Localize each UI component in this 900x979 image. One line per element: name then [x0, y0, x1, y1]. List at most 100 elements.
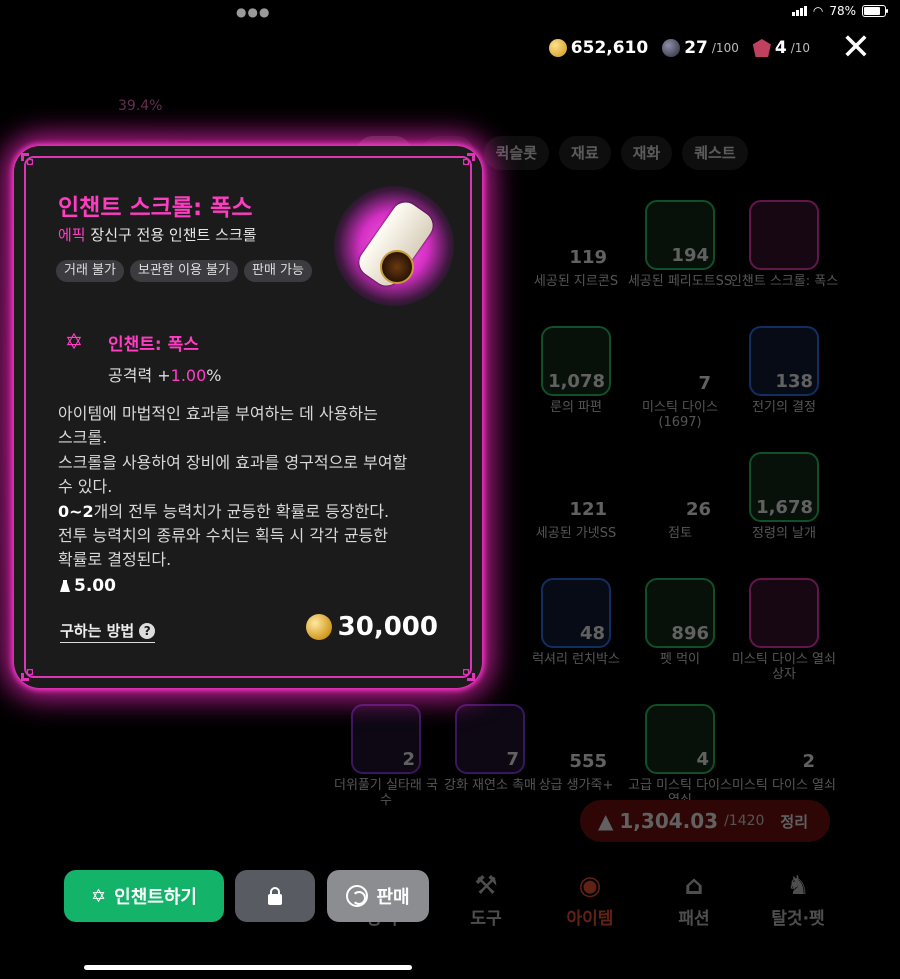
item-slot: 7 [455, 704, 525, 774]
item-slot: 138 [749, 326, 819, 396]
ticket-max: /10 [790, 41, 810, 55]
nav-tab[interactable]: ◉ 아이템 [538, 868, 642, 929]
sell-button[interactable]: 판매 [327, 870, 429, 922]
desc-line: 스크롤을 사용하여 장비에 효과를 영구적으로 부여할 [58, 452, 408, 472]
enchant-stat-unit: % [206, 366, 222, 385]
category-tab[interactable]: 재료 [559, 136, 611, 170]
corner-ornament-icon [18, 150, 44, 176]
item-count: 48 [579, 623, 605, 644]
sort-button[interactable]: 정리 [780, 811, 808, 832]
nav-tab[interactable]: ⚒ 도구 [434, 868, 538, 929]
item-name: 정령의 날개 [752, 526, 816, 541]
mask-icon [752, 39, 771, 57]
item-name: 미스틱 다이스 열쇠 [732, 778, 836, 793]
item-slot: 2 [749, 704, 819, 774]
item-price: 30,000 [305, 612, 438, 642]
item-name: 럭셔리 런치박스 [532, 652, 620, 667]
inventory-item[interactable]: 194 세공된 페리도트SS [624, 200, 736, 289]
enchant-button-label: 인챈트하기 [114, 887, 197, 908]
nav-tab-icon: ◉ [578, 871, 602, 901]
item-slot: 1,678 [749, 452, 819, 522]
item-slot: 7 [645, 326, 715, 396]
home-indicator[interactable] [84, 965, 412, 970]
inventory-item[interactable]: 2 미스틱 다이스 열쇠 [728, 704, 840, 793]
item-title: 인챈트 스크롤: 폭스 [58, 195, 253, 221]
item-type: 장신구 전용 인챈트 스크롤 [90, 226, 257, 244]
weight-icon [60, 580, 70, 592]
how-to-get-link[interactable]: 구하는 방법 ? [60, 620, 156, 643]
enchant-header: ✡ 인챈트: 폭스 [62, 330, 199, 355]
nav-tab-label: 도구 [470, 909, 502, 929]
ticket-amount: 4 [774, 38, 787, 58]
inventory-item[interactable]: 4고급 미스틱 다이스 열쇠 [624, 704, 736, 808]
weight-icon: ▲ [598, 809, 614, 833]
enchant-stat-label: 공격력 + [108, 366, 171, 385]
background-percent: 39.4% [118, 98, 163, 114]
category-tab[interactable]: 재화 [620, 136, 673, 170]
desc-line: 수 있다. [58, 477, 113, 497]
enchant-name: 인챈트: 폭스 [108, 335, 199, 355]
coin-icon [346, 885, 369, 907]
enchant-stat-value: 1.00 [170, 366, 207, 385]
item-slot: 555 [541, 704, 611, 774]
item-slot: 896 [645, 578, 715, 648]
corner-ornament-icon [452, 658, 478, 684]
inventory-item[interactable]: 7 미스틱 다이스(1697) [624, 326, 736, 430]
item-name: 세공된 지르콘S [533, 274, 619, 289]
inventory-item[interactable]: 1,678 정령의 날개 [728, 452, 840, 541]
inventory-item[interactable]: 119 세공된 지르콘S [520, 200, 632, 289]
item-count: 896 [671, 623, 709, 644]
item-tags: 거래 불가 보관함 이용 불가 판매 가능 [56, 260, 316, 282]
nav-tab[interactable]: ♞ 탈것·펫 [746, 868, 850, 929]
item-count: 7 [506, 749, 519, 770]
inventory-item[interactable]: 48 럭셔리 런치박스 [520, 578, 632, 667]
orb-max: /100 [711, 41, 739, 55]
gold-coin-icon [305, 614, 332, 640]
item-count: 7 [698, 373, 711, 394]
orb-amount: 27 [684, 38, 708, 58]
enchant-stat: 공격력 +1.00% [108, 362, 221, 386]
item-rarity: 에픽 [58, 226, 86, 244]
item-slot: 4 [645, 704, 715, 774]
currency-bar: 652,610 27/100 4/10 [548, 38, 810, 58]
inventory-item[interactable]: 26 점토 [624, 452, 736, 541]
item-slot: 119 [541, 200, 611, 270]
corner-ornament-icon [452, 150, 478, 176]
inventory-item[interactable]: 인챈트 스크롤: 폭스 [728, 200, 840, 289]
gold-amount: 652,610 [570, 38, 649, 58]
close-button[interactable]: ✕ [836, 28, 876, 68]
enchant-button[interactable]: ✡ 인챈트하기 [64, 870, 224, 922]
item-slot: 194 [645, 200, 715, 270]
item-count: 121 [569, 499, 607, 520]
item-count: 555 [569, 751, 607, 772]
nav-tab-icon: ⌂ [684, 871, 704, 901]
inventory-item[interactable]: 2 더위풀기 실타래 국수 [330, 704, 442, 808]
item-count: 4 [696, 749, 709, 770]
gold-coin-icon [548, 39, 567, 57]
corner-ornament-icon [18, 658, 44, 684]
item-slot: 1,078 [541, 326, 611, 396]
category-tab[interactable]: 퀘스트 [682, 136, 748, 170]
lock-button[interactable] [235, 870, 315, 922]
desc-line: 아이템에 마법적인 효과를 부여하는 데 사용하는 [58, 404, 378, 423]
inventory-weight: ▲ 1,304.03 /1420 정리 [580, 800, 830, 842]
inventory-item[interactable]: 555 상급 생가죽+ [520, 704, 632, 793]
scroll-item-icon [334, 186, 454, 306]
item-weight-value: 5.00 [74, 576, 116, 596]
item-name: 펫 먹이 [659, 652, 700, 667]
desc-stat-text: 개의 전투 능력치가 균등한 확률로 등장한다. [93, 501, 390, 521]
desc-line: 확률로 결정된다. [58, 550, 172, 570]
inventory-item[interactable]: 896 펫 먹이 [624, 578, 736, 667]
inventory-item[interactable]: 121 세공된 가넷SS [520, 452, 632, 541]
item-weight: 5.00 [60, 576, 116, 596]
nav-tab[interactable]: ⌂ 패션 [642, 868, 746, 929]
item-count: 1,678 [756, 497, 813, 518]
inventory-item[interactable]: 1,078 룬의 파편 [520, 326, 632, 415]
orb-icon [662, 39, 681, 57]
help-icon: ? [139, 622, 156, 639]
inventory-item[interactable]: 미스틱 다이스 열쇠 상자 [728, 578, 840, 682]
inventory-item[interactable]: 138 전기의 결정 [728, 326, 840, 415]
category-tab[interactable]: 퀵슬롯 [483, 136, 550, 170]
item-name: 세공된 페리도트SS [627, 274, 733, 289]
inventory-weight-max: /1420 [724, 813, 765, 829]
